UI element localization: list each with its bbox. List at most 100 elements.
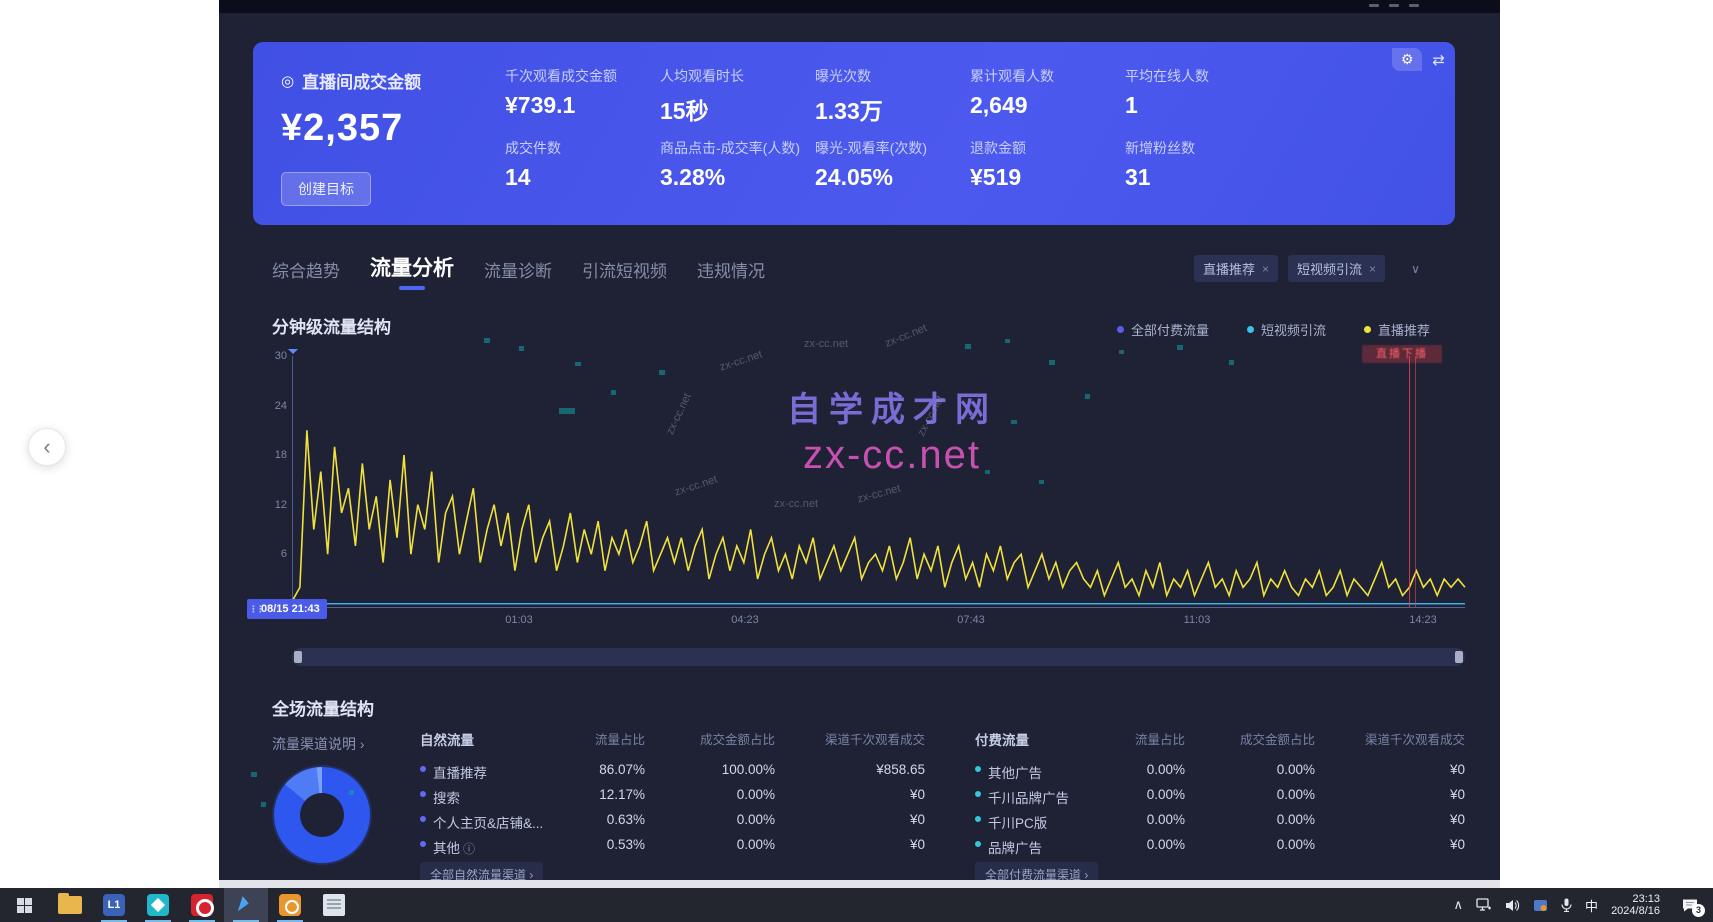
table-row-name: 千川PC版 — [975, 812, 1047, 832]
cell-gmv-share: 100.00% — [665, 762, 775, 777]
metric-value: 1.33万 — [815, 92, 883, 126]
cell-gmv-share: 0.00% — [665, 812, 775, 827]
watermark-small: zx-cc.net — [804, 338, 848, 350]
metric: 新增粉丝数 31 — [1125, 138, 1195, 191]
cell-gmv-share: 0.00% — [1205, 812, 1315, 827]
tab-short-video[interactable]: 引流短视频 — [582, 257, 667, 290]
series-dot-icon — [420, 816, 426, 822]
target-icon: ◎ — [281, 72, 294, 90]
info-icon[interactable]: ⓘ — [463, 842, 475, 856]
cell-traffic-share: 86.07% — [535, 762, 645, 777]
l1-app-icon: L1 — [103, 894, 125, 916]
tray-expand-icon[interactable]: ∧ — [1454, 897, 1464, 913]
primary-metric-label: 直播间成交金额 — [302, 68, 421, 93]
table-row-name: 其他广告 — [975, 762, 1042, 782]
series-dot-icon — [420, 841, 426, 847]
legend-item-live-recommend[interactable]: 直播推荐 — [1364, 320, 1430, 339]
carousel-prev-button[interactable]: ‹ — [28, 428, 66, 466]
time-range-slider[interactable] — [292, 648, 1465, 666]
metric-label: 曝光-观看率(次数) — [815, 138, 927, 158]
cell-gmv-share: 0.00% — [1205, 762, 1315, 777]
metric: 千次观看成交金额 ¥739.1 — [505, 66, 617, 119]
network-icon[interactable] — [1476, 898, 1492, 912]
metric-label: 退款金额 — [970, 138, 1026, 158]
col-header: 流量占比 — [1095, 729, 1185, 748]
metric: 商品点击-成交率(人数) 3.28% — [660, 138, 800, 191]
player-control-dot — [1389, 4, 1399, 7]
cursor-app-icon — [235, 894, 257, 916]
close-icon[interactable]: × — [1369, 262, 1376, 276]
graphics-settings-icon[interactable] — [1533, 899, 1548, 912]
metric: 人均观看时长 15秒 — [660, 66, 744, 126]
metric: 曝光-观看率(次数) 24.05% — [815, 138, 927, 191]
window-top-bar — [219, 0, 1500, 13]
traffic-line-chart[interactable]: 30 24 18 12 6 0 01:03 04:23 07:43 11:03 … — [292, 356, 1465, 608]
cell-gmv-share: 0.00% — [665, 837, 775, 852]
metric: 成交件数 14 — [505, 138, 561, 191]
taskbar-notepad[interactable] — [312, 888, 356, 922]
chip-label: 短视频引流 — [1297, 259, 1362, 278]
cell-gpm: ¥0 — [815, 787, 925, 802]
channel-explain-link[interactable]: 流量渠道说明 › — [272, 734, 365, 754]
red-circle-app-icon — [191, 894, 213, 916]
ime-indicator[interactable]: 中 — [1585, 896, 1598, 915]
taskbar-app-teal[interactable] — [136, 888, 180, 922]
taskbar-file-explorer[interactable] — [48, 888, 92, 922]
legend-item-paid[interactable]: 全部付费流量 — [1117, 320, 1209, 339]
clock-time: 23:13 — [1611, 893, 1660, 905]
col-header: 流量占比 — [555, 729, 645, 748]
swap-icon[interactable]: ⇄ — [1432, 51, 1445, 69]
metric-label: 平均在线人数 — [1125, 66, 1209, 86]
tab-overall-trend[interactable]: 综合趋势 — [272, 257, 340, 290]
y-tick: 12 — [259, 499, 287, 511]
metric-value: ¥519 — [970, 164, 1026, 191]
x-tick: 11:03 — [1184, 614, 1211, 626]
cell-traffic-share: 0.53% — [535, 837, 645, 852]
taskbar-app-red[interactable] — [180, 888, 224, 922]
clock[interactable]: 23:13 2024/8/16 — [1611, 893, 1660, 917]
gear-icon[interactable]: ⚙ — [1392, 48, 1423, 71]
notification-center-icon[interactable]: 3 — [1681, 898, 1699, 913]
col-header: 渠道千次观看成交 — [795, 729, 925, 748]
metric-label: 成交件数 — [505, 138, 561, 158]
series-dot-icon — [975, 841, 981, 847]
metric: 曝光次数 1.33万 — [815, 66, 883, 126]
windows-logo-icon — [17, 898, 32, 913]
slider-right-handle[interactable] — [1455, 651, 1463, 663]
tab-violations[interactable]: 违规情况 — [697, 257, 765, 290]
taskbar-app-l1[interactable]: L1 — [92, 888, 136, 922]
create-goal-button[interactable]: 创建目标 — [281, 172, 371, 206]
cell-traffic-share: 0.00% — [1075, 762, 1185, 777]
chevron-left-icon: ‹ — [43, 434, 50, 460]
metric-value: 2,649 — [970, 92, 1054, 119]
metric: 累计观看人数 2,649 — [970, 66, 1054, 119]
metric-label: 千次观看成交金额 — [505, 66, 617, 86]
cell-gpm: ¥0 — [1355, 787, 1465, 802]
player-control-dot — [1369, 4, 1379, 7]
legend-item-short-video[interactable]: 短视频引流 — [1247, 320, 1326, 339]
metric-value: ¥739.1 — [505, 92, 617, 119]
taskbar-app-orange[interactable] — [268, 888, 312, 922]
slider-left-handle[interactable] — [294, 651, 302, 663]
y-tick: 18 — [259, 449, 287, 461]
chip-short-video[interactable]: 短视频引流 × — [1288, 255, 1385, 282]
chip-live-recommend[interactable]: 直播推荐 × — [1194, 255, 1278, 282]
tab-traffic-diagnosis[interactable]: 流量诊断 — [484, 257, 552, 290]
y-tick: 24 — [259, 400, 287, 412]
legend-dot-icon — [1364, 326, 1371, 333]
time-range-start-label[interactable]: 08/15 21:43 — [247, 599, 327, 619]
series-dot-icon — [420, 791, 426, 797]
notepad-icon — [323, 894, 345, 916]
close-icon[interactable]: × — [1262, 262, 1269, 276]
chevron-down-icon[interactable]: ∨ — [1411, 262, 1420, 276]
clock-date: 2024/8/16 — [1611, 905, 1660, 917]
cell-traffic-share: 0.00% — [1075, 787, 1185, 802]
microphone-icon[interactable] — [1561, 898, 1572, 912]
metric-label: 人均观看时长 — [660, 66, 744, 86]
start-button[interactable] — [0, 888, 48, 922]
tab-traffic-analysis[interactable]: 流量分析 — [370, 252, 454, 290]
orange-app-icon — [279, 894, 301, 916]
natural-table-title: 自然流量 — [420, 729, 474, 749]
volume-icon[interactable] — [1505, 899, 1520, 912]
taskbar-app-pointer[interactable] — [224, 888, 268, 922]
